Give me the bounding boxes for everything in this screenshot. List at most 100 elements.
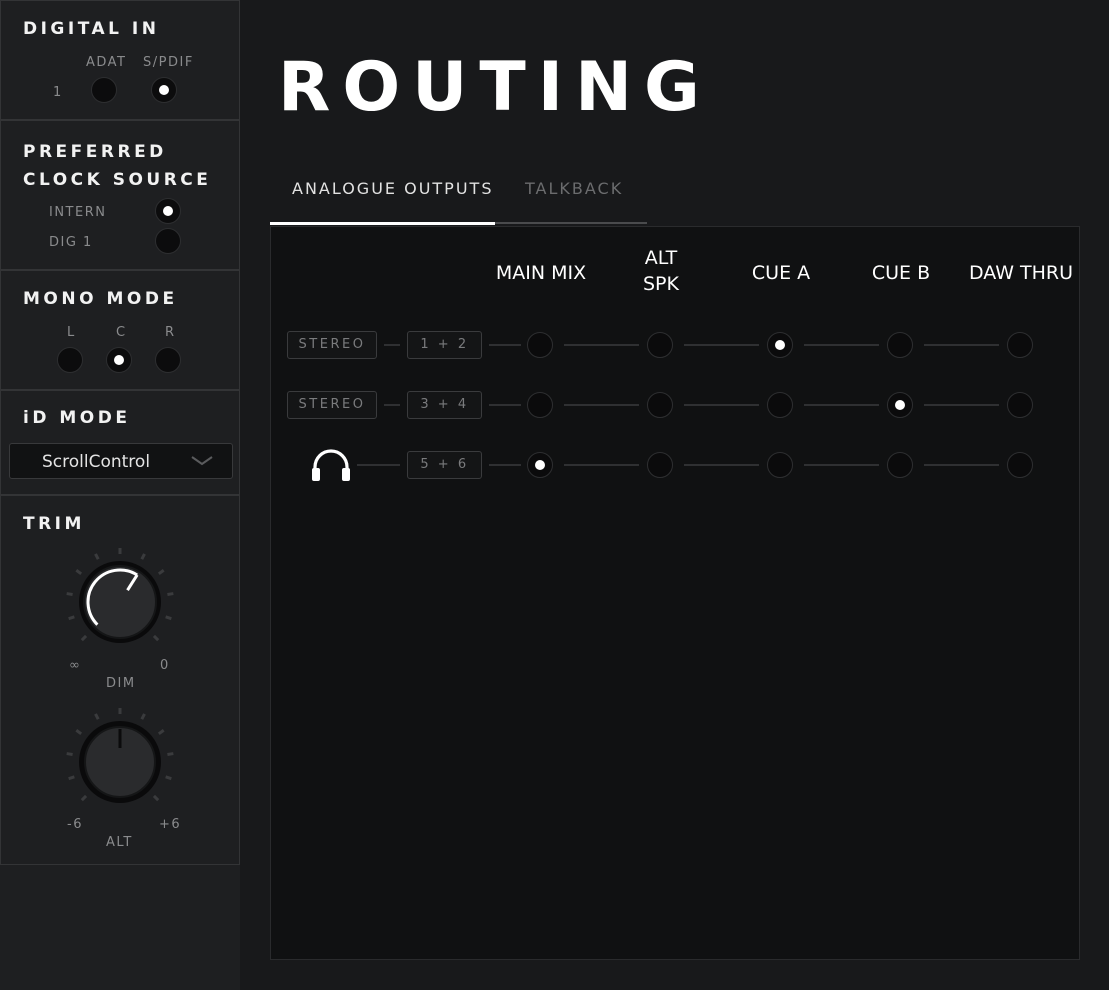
trim-title: TRIM [23, 514, 85, 534]
knob-tick [167, 752, 174, 756]
knob-tick [80, 794, 88, 802]
digital-in-spdif-radio[interactable] [151, 77, 177, 103]
column-main-mix: MAIN MIX [495, 262, 587, 284]
mono-mode-title: MONO MODE [23, 289, 178, 309]
chevron-down-icon [191, 456, 213, 466]
tab-talkback-underline [495, 222, 647, 224]
row-3-cue-b-radio[interactable] [887, 452, 913, 478]
digital-in-adat-radio[interactable] [91, 77, 117, 103]
row-3-connector [489, 464, 521, 466]
row-2-alt-spk-radio[interactable] [647, 392, 673, 418]
clock-option-intern-label: INTERN [49, 205, 107, 220]
id-mode-title: iD MODE [23, 408, 131, 428]
knob-tick [167, 592, 174, 596]
knob-tick [165, 615, 172, 621]
knob-tick [68, 615, 75, 621]
clock-source-title-line2: CLOCK SOURCE [23, 170, 212, 190]
row-3-connector [924, 464, 999, 466]
knob-tick [75, 729, 83, 735]
row-1-connector [564, 344, 639, 346]
id-mode-panel: iD MODE ScrollControl [0, 390, 240, 495]
routing-matrix: MAIN MIX ALT SPK CUE A CUE B DAW THRU ST… [270, 226, 1080, 960]
knob-tick [152, 634, 160, 642]
id-mode-dropdown-value: ScrollControl [42, 452, 151, 472]
alt-knob[interactable] [60, 702, 180, 822]
row-1-connector [489, 344, 521, 346]
knob-tick [152, 794, 160, 802]
tab-talkback[interactable]: TALKBACK [525, 178, 623, 200]
row-2-channels: 3 + 4 [407, 391, 482, 419]
tab-analogue-outputs[interactable]: ANALOGUE OUTPUTS [292, 178, 493, 200]
row-3-channels: 5 + 6 [407, 451, 482, 479]
tab-analogue-outputs-underline [270, 222, 495, 225]
row-2-cue-a-radio[interactable] [767, 392, 793, 418]
row-1-connector [684, 344, 759, 346]
row-2-mode-button[interactable]: STEREO [287, 391, 377, 419]
column-cue-a: CUE A [751, 262, 811, 284]
dim-min-label: ∞ [69, 658, 82, 673]
clock-option-dig1-radio[interactable] [155, 228, 181, 254]
knob-tick [66, 592, 73, 596]
row-3-connector [684, 464, 759, 466]
row-2-connector [384, 404, 400, 406]
mono-option-c-label: C [116, 325, 127, 340]
mono-mode-panel: MONO MODE L C R [0, 270, 240, 390]
knob-tick [94, 553, 100, 560]
knob-tick [140, 553, 146, 560]
row-1-alt-spk-radio[interactable] [647, 332, 673, 358]
knob-tick [157, 729, 165, 735]
row-1-daw-thru-radio[interactable] [1007, 332, 1033, 358]
row-2-connector [684, 404, 759, 406]
column-alt-spk: ALT SPK [643, 247, 679, 295]
row-1-connector [804, 344, 879, 346]
row-1-mode-button[interactable]: STEREO [287, 331, 377, 359]
column-cue-b: CUE B [871, 262, 931, 284]
id-mode-dropdown[interactable]: ScrollControl [9, 443, 233, 479]
row-1-connector [924, 344, 999, 346]
row-1-cue-b-radio[interactable] [887, 332, 913, 358]
row-2-connector [564, 404, 639, 406]
row-2-daw-thru-radio[interactable] [1007, 392, 1033, 418]
clock-option-dig1-label: DIG 1 [49, 235, 93, 250]
digital-in-panel: DIGITAL IN ADAT S/PDIF 1 [0, 0, 240, 120]
row-3-connector [357, 464, 400, 466]
knob-tick [94, 713, 100, 720]
page-title: ROUTING [278, 48, 712, 127]
row-2-cue-b-radio[interactable] [887, 392, 913, 418]
sidebar: DIGITAL IN ADAT S/PDIF 1 PREFERRED CLOCK… [0, 0, 240, 990]
row-3-main-mix-radio[interactable] [527, 452, 553, 478]
dim-max-label: 0 [160, 658, 170, 673]
digital-in-row-label: 1 [53, 85, 63, 100]
row-2-connector [489, 404, 521, 406]
mono-option-r-radio[interactable] [155, 347, 181, 373]
mono-option-r-label: R [165, 325, 176, 340]
row-2-connector [804, 404, 879, 406]
column-daw-thru: DAW THRU [968, 262, 1074, 284]
knob-tick [140, 713, 146, 720]
clock-source-title-line1: PREFERRED [23, 142, 167, 162]
row-3-connector [564, 464, 639, 466]
row-3-daw-thru-radio[interactable] [1007, 452, 1033, 478]
clock-source-panel: PREFERRED CLOCK SOURCE INTERN DIG 1 [0, 120, 240, 270]
row-3-connector [804, 464, 879, 466]
alt-min-label: -6 [67, 817, 83, 832]
row-1-main-mix-radio[interactable] [527, 332, 553, 358]
mono-option-c-radio[interactable] [106, 347, 132, 373]
knob-tick [165, 775, 172, 781]
row-3-cue-a-radio[interactable] [767, 452, 793, 478]
row-1-cue-a-radio[interactable] [767, 332, 793, 358]
mono-option-l-radio[interactable] [57, 347, 83, 373]
clock-option-intern-radio[interactable] [155, 198, 181, 224]
row-3-alt-spk-radio[interactable] [647, 452, 673, 478]
digital-in-col-spdif: S/PDIF [143, 55, 194, 70]
row-1-connector [384, 344, 400, 346]
alt-label: ALT [106, 835, 133, 850]
row-1-channels: 1 + 2 [407, 331, 482, 359]
alt-max-label: +6 [159, 817, 182, 832]
mono-option-l-label: L [67, 325, 76, 340]
dim-knob[interactable] [60, 542, 180, 662]
row-2-main-mix-radio[interactable] [527, 392, 553, 418]
knob-tick [157, 569, 165, 575]
knob-tick [75, 569, 83, 575]
headphones-icon [312, 449, 350, 481]
